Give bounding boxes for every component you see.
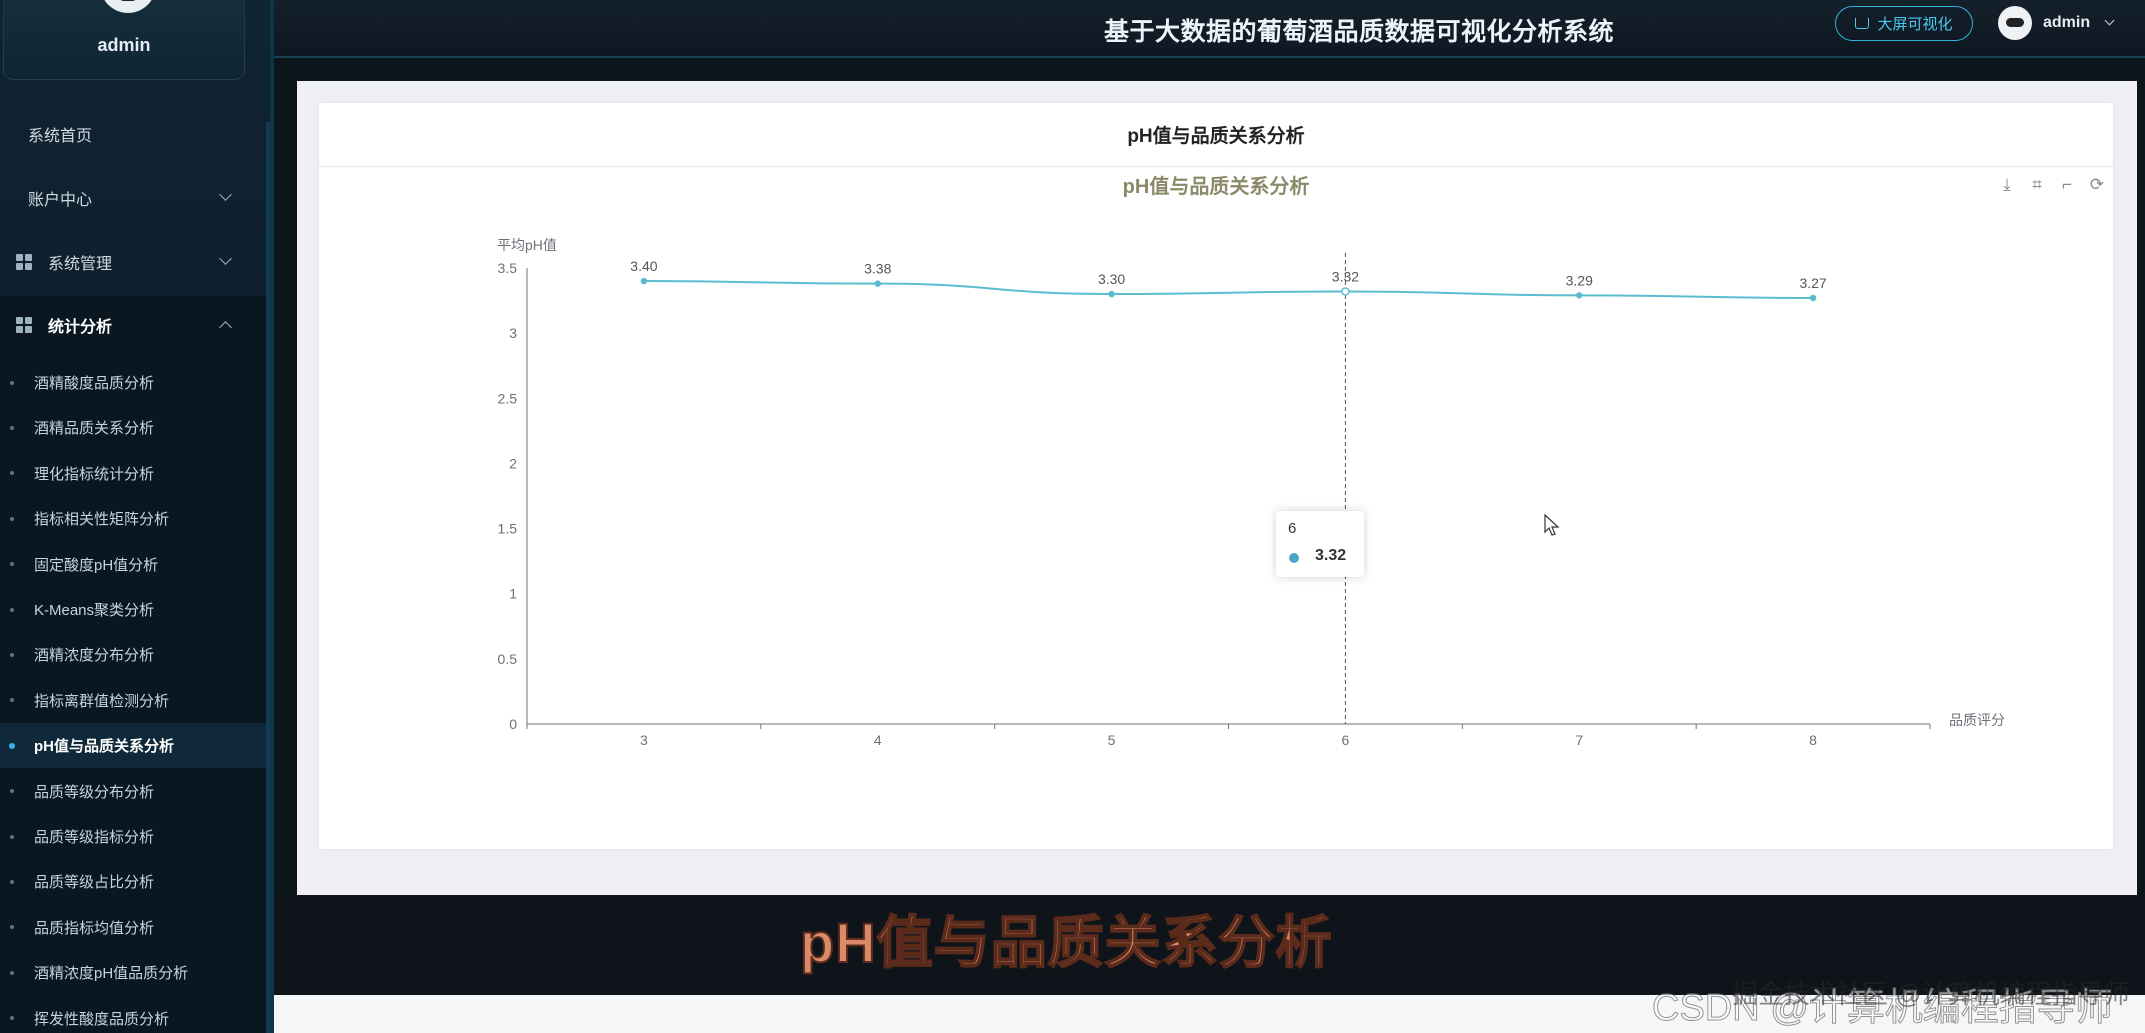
y-tick-label: 2: [509, 455, 517, 471]
tooltip-value: 3.32: [1315, 547, 1347, 564]
data-label: 3.32: [1332, 268, 1359, 284]
x-tick-label: 6: [1342, 732, 1350, 748]
y-tick-label: 1.5: [498, 521, 518, 537]
data-label: 3.27: [1799, 275, 1826, 291]
data-point: [1809, 294, 1817, 302]
data-point: [1108, 290, 1115, 298]
y-tick-label: 3: [509, 325, 517, 341]
data-point: [640, 277, 648, 285]
x-axis-label: 品质评分: [1949, 712, 2005, 728]
watermark-secondary: 掘金技术社区 @计算机编程指导师: [1732, 979, 2130, 1009]
x-tick-label: 4: [874, 732, 882, 748]
data-label: 3.40: [630, 258, 657, 274]
series-dot-icon: [1289, 553, 1299, 563]
mouse-cursor-icon: [1544, 514, 1560, 536]
x-tick-label: 7: [1575, 732, 1583, 748]
line-chart[interactable]: 0 0.5 1 1.5 2 2.5 3 3.5 平均pH值 3 4 5 6 7 8 品质评分 3.40 3.38 3…: [0, 0, 2145, 1033]
y-tick-label: 2.5: [498, 390, 518, 406]
y-tick-label: 1: [509, 586, 517, 602]
data-point: [1341, 287, 1350, 296]
x-tick-label: 8: [1809, 732, 1817, 748]
y-tick-label: 0.5: [498, 651, 518, 667]
chart-tooltip: 6 3.32: [1276, 511, 1364, 577]
series-line: [643, 280, 1814, 299]
y-tick-label: 0: [509, 716, 517, 732]
x-tick-label: 5: [1108, 732, 1116, 748]
video-caption: pH值与品质关系分析: [799, 910, 1333, 975]
y-axis-label: 平均pH值: [497, 237, 557, 253]
data-label: 3.30: [1098, 271, 1125, 287]
x-tick-label: 3: [640, 732, 648, 748]
tooltip-category: 6: [1288, 520, 1297, 537]
data-point: [874, 280, 881, 287]
y-tick-label: 3.5: [498, 260, 518, 276]
data-label: 3.38: [864, 261, 891, 277]
data-point: [1576, 292, 1583, 299]
data-label: 3.29: [1566, 272, 1593, 288]
